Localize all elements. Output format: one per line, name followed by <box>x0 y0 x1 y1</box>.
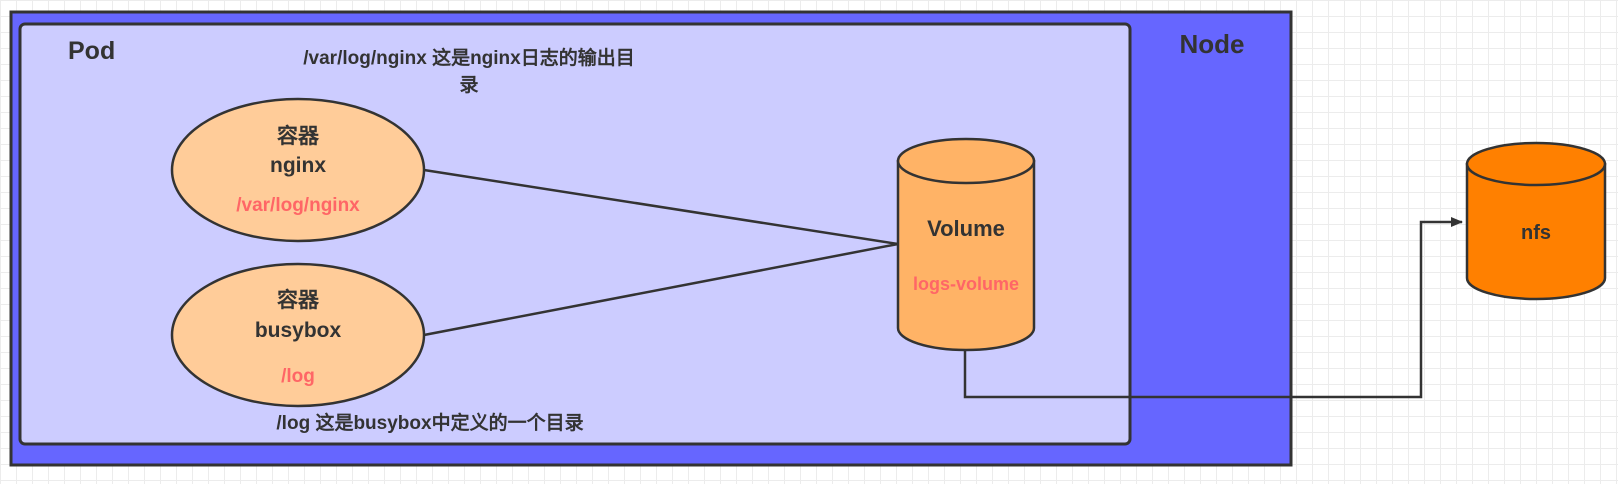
container-busybox[interactable]: 容器 busybox /log <box>170 262 426 408</box>
nginx-path-annotation-line2: 录 <box>459 75 478 96</box>
nginx-path-annotation-line1: /var/log/nginx 这是nginx日志的输出目 <box>303 46 634 69</box>
container-busybox-name: busybox <box>255 319 342 342</box>
container-busybox-mount-path: /log <box>281 366 315 387</box>
nfs-label: nfs <box>1521 222 1551 244</box>
node-label: Node <box>1180 29 1245 59</box>
pod-label: Pod <box>68 37 115 65</box>
container-nginx-mount-path: /var/log/nginx <box>236 195 360 216</box>
container-nginx-name: nginx <box>270 154 326 177</box>
volume-name: logs-volume <box>913 274 1019 294</box>
nfs-cylinder[interactable]: nfs <box>1465 141 1607 301</box>
container-nginx-title: 容器 <box>277 124 320 148</box>
container-busybox-title: 容器 <box>277 288 320 312</box>
busybox-path-annotation: /log 这是busybox中定义的一个目录 <box>276 411 583 434</box>
volume-cylinder[interactable]: Volume logs-volume <box>896 137 1036 352</box>
volume-label: Volume <box>927 216 1005 241</box>
diagram-canvas: Node Pod /var/log/nginx 这是nginx日志的输出目 录 … <box>9 10 1607 467</box>
container-nginx[interactable]: 容器 nginx /var/log/nginx <box>170 97 426 243</box>
